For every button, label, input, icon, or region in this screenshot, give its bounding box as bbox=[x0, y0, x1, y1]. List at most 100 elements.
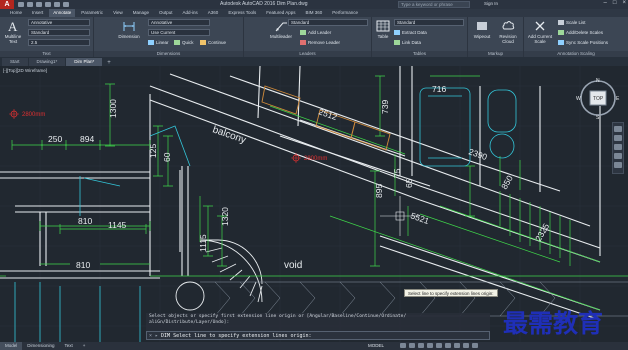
new-layout-button[interactable]: + bbox=[78, 342, 91, 350]
tab-add-ins[interactable]: Add-ins bbox=[179, 9, 202, 17]
dim-layer-dropdown[interactable]: Use Current bbox=[148, 29, 210, 36]
quick-button[interactable]: Quick bbox=[174, 39, 194, 46]
workspace-icon[interactable] bbox=[463, 343, 469, 348]
text-style-dropdown[interactable]: Annotative bbox=[28, 19, 90, 26]
minimize-icon[interactable]: – bbox=[604, 0, 607, 6]
tab-annotate[interactable]: Annotate bbox=[49, 9, 76, 17]
balcony-label: balcony bbox=[211, 124, 247, 146]
dimension-button[interactable]: Dimension bbox=[118, 19, 140, 39]
wipeout-button[interactable]: Wipeout bbox=[471, 19, 493, 39]
steering-wheel-icon[interactable] bbox=[614, 126, 622, 132]
grid-icon[interactable] bbox=[400, 343, 406, 348]
close-icon[interactable]: × bbox=[622, 0, 626, 6]
compass-n[interactable]: N bbox=[596, 78, 600, 84]
dimension-icon bbox=[123, 22, 135, 31]
close-icon[interactable]: × bbox=[149, 333, 152, 339]
layout-tab-model[interactable]: Model bbox=[0, 342, 23, 350]
tab-parametric[interactable]: Parametric bbox=[77, 9, 107, 17]
tab-home[interactable]: Home bbox=[6, 9, 26, 17]
tab-featured-apps[interactable]: Featured Apps bbox=[262, 9, 299, 17]
tab-performance[interactable]: Performance bbox=[328, 9, 362, 17]
new-icon[interactable] bbox=[18, 2, 24, 7]
text-height-dropdown[interactable]: 2.5 bbox=[28, 39, 90, 46]
viewport-controls[interactable]: [-][Top][2D Wireframe] bbox=[3, 68, 47, 73]
add-delete-scales-button[interactable]: Add/Delete Scales bbox=[558, 29, 603, 36]
table-style-dropdown[interactable]: Standard bbox=[394, 19, 464, 26]
leader-style-dropdown[interactable]: Standard bbox=[288, 19, 368, 26]
multiline-text-button[interactable]: A Multiline Text bbox=[2, 19, 24, 44]
tab-express-tools[interactable]: Express Tools bbox=[224, 9, 260, 17]
table-icon bbox=[376, 20, 390, 32]
dim-text-250: 250 bbox=[48, 134, 62, 144]
layout-tab-dimensioning[interactable]: Dimensioning bbox=[22, 342, 59, 350]
scale-list-button[interactable]: Scale List bbox=[558, 19, 586, 26]
cursor-tooltip: Select line to specify extension lines o… bbox=[404, 289, 498, 297]
tab-view[interactable]: View bbox=[109, 9, 127, 17]
showmotion-icon[interactable] bbox=[614, 162, 622, 168]
scale-list-icon bbox=[558, 20, 564, 25]
dim-style-dropdown[interactable]: Annotative bbox=[148, 19, 210, 26]
compass-e[interactable]: E bbox=[616, 96, 620, 102]
zoom-icon[interactable] bbox=[614, 144, 622, 150]
orbit-icon[interactable] bbox=[614, 153, 622, 159]
table-button[interactable]: Table bbox=[372, 19, 394, 39]
osnap-icon[interactable] bbox=[436, 343, 442, 348]
viewcube[interactable]: TOP N S W E bbox=[576, 76, 620, 120]
dim-text-5521: 5521 bbox=[409, 210, 430, 226]
search-input[interactable]: Type a keyword or phrase bbox=[398, 1, 470, 8]
text-font-dropdown[interactable]: Standard bbox=[28, 29, 90, 36]
save-icon[interactable] bbox=[36, 2, 42, 7]
dim-text-1145: 1145 bbox=[108, 220, 127, 230]
window-title: Autodesk AutoCAD 2016 Dim Plan.dwg bbox=[220, 1, 308, 7]
command-prompt-text[interactable]: DIM Select line to specify extension lin… bbox=[161, 333, 312, 339]
snap-icon[interactable] bbox=[409, 343, 415, 348]
dim-text-894: 894 bbox=[80, 134, 94, 144]
add-leader-button[interactable]: Add Leader bbox=[300, 29, 331, 36]
scale-list-label: Scale List bbox=[566, 20, 586, 25]
dim-text-895: 895 bbox=[374, 184, 384, 198]
continue-button[interactable]: Continue bbox=[200, 39, 226, 46]
crosshair-cursor bbox=[380, 196, 420, 236]
linear-button[interactable]: Linear bbox=[148, 39, 169, 46]
command-line[interactable]: × ▸ DIM Select line to specify extension… bbox=[146, 331, 490, 340]
file-tab-dim-plan[interactable]: Dim Plan* bbox=[66, 58, 103, 66]
ortho-icon[interactable] bbox=[418, 343, 424, 348]
undo-icon[interactable] bbox=[45, 2, 51, 7]
drawing-canvas[interactable]: 2800mm 2800mm balcony void 2512 739 716 … bbox=[0, 66, 628, 342]
level-marker-1-text: 2800mm bbox=[22, 112, 45, 118]
compass-w[interactable]: W bbox=[576, 96, 581, 102]
sync-scale-positions-label: Sync Scale Positions bbox=[566, 40, 609, 45]
extract-data-label: Extract Data bbox=[402, 30, 427, 35]
redo-icon[interactable] bbox=[54, 2, 60, 7]
link-data-button[interactable]: Link Data bbox=[394, 39, 421, 46]
remove-leader-button[interactable]: Remove Leader bbox=[300, 39, 340, 46]
application-menu-button[interactable]: A bbox=[0, 0, 14, 9]
maximize-icon[interactable]: □ bbox=[613, 0, 617, 6]
annotation-scale-icon[interactable] bbox=[454, 343, 460, 348]
layout-tab-text[interactable]: Text bbox=[60, 342, 78, 350]
file-tab-drawing1[interactable]: Drawing1* bbox=[28, 58, 66, 66]
sign-in-link[interactable]: Sign In bbox=[484, 1, 498, 6]
tab-insert[interactable]: Insert bbox=[28, 9, 47, 17]
model-space-indicator[interactable]: MODEL bbox=[368, 343, 384, 348]
compass-s[interactable]: S bbox=[596, 115, 600, 120]
extract-data-button[interactable]: Extract Data bbox=[394, 29, 427, 36]
revision-cloud-button[interactable]: Revision Cloud bbox=[497, 19, 519, 44]
pan-icon[interactable] bbox=[614, 135, 622, 141]
sync-scale-icon bbox=[558, 40, 564, 45]
tab-bim-360[interactable]: BIM 360 bbox=[302, 9, 327, 17]
tab-manage[interactable]: Manage bbox=[129, 9, 153, 17]
plot-icon[interactable] bbox=[63, 2, 69, 7]
tab-a360[interactable]: A360 bbox=[204, 9, 223, 17]
sync-scale-positions-button[interactable]: Sync Scale Positions bbox=[558, 39, 608, 46]
lineweight-icon[interactable] bbox=[445, 343, 451, 348]
markup-group: Wipeout Revision Cloud Markup bbox=[468, 17, 524, 57]
polar-icon[interactable] bbox=[427, 343, 433, 348]
continue-icon bbox=[200, 40, 206, 45]
open-icon[interactable] bbox=[27, 2, 33, 7]
customize-icon[interactable] bbox=[472, 343, 478, 348]
tab-output[interactable]: Output bbox=[155, 9, 177, 17]
file-tab-start[interactable]: Start bbox=[2, 58, 28, 66]
add-current-scale-button[interactable]: Add Current Scale bbox=[526, 19, 554, 44]
wipeout-label: Wipeout bbox=[473, 34, 491, 39]
